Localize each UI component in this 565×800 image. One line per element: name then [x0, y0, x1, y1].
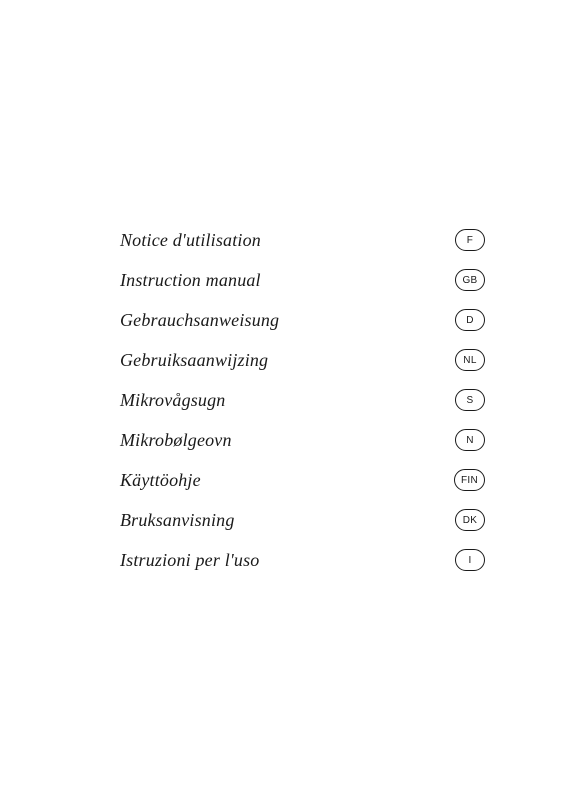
lang-badge: GB	[455, 269, 485, 291]
page: Notice d'utilisation F Instruction manual G…	[0, 0, 565, 800]
menu-item: Käyttöohje FIN	[120, 460, 485, 500]
menu-label: Mikrovågsugn	[120, 390, 225, 411]
menu-item: Notice d'utilisation F	[120, 220, 485, 260]
lang-badge: I	[455, 549, 485, 571]
lang-badge: FIN	[454, 469, 485, 491]
menu-label: Bruksanvisning	[120, 510, 235, 531]
lang-badge: N	[455, 429, 485, 451]
menu-label: Mikrobølgeovn	[120, 430, 232, 451]
lang-badge: S	[455, 389, 485, 411]
lang-badge: F	[455, 229, 485, 251]
menu-item: Gebrauchsanweisung D	[120, 300, 485, 340]
menu-label: Notice d'utilisation	[120, 230, 261, 251]
menu-label: Instruction manual	[120, 270, 261, 291]
menu-label: Gebruiksaanwijzing	[120, 350, 268, 371]
menu-label: Gebrauchsanweisung	[120, 310, 279, 331]
lang-badge: DK	[455, 509, 485, 531]
menu-item: Mikrobølgeovn N	[120, 420, 485, 460]
menu-item: Gebruiksaanwijzing NL	[120, 340, 485, 380]
lang-badge: D	[455, 309, 485, 331]
menu-label: Istruzioni per l'uso	[120, 550, 259, 571]
menu-item: Bruksanvisning DK	[120, 500, 485, 540]
language-menu: Notice d'utilisation F Instruction manual G…	[120, 220, 485, 580]
lang-badge: NL	[455, 349, 485, 371]
menu-item: Mikrovågsugn S	[120, 380, 485, 420]
menu-item: Istruzioni per l'uso I	[120, 540, 485, 580]
menu-label: Käyttöohje	[120, 470, 201, 491]
menu-item: Instruction manual GB	[120, 260, 485, 300]
